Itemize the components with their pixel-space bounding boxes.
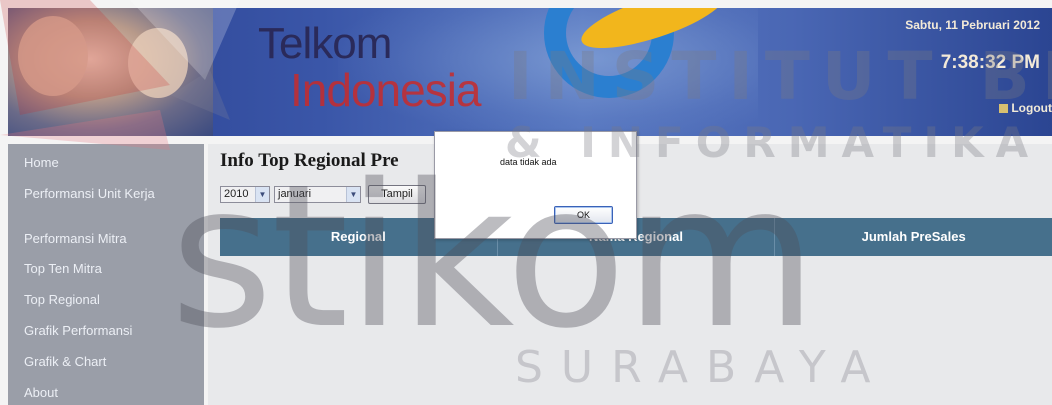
current-date: Sabtu, 11 Pebruari 2012 (905, 18, 1040, 32)
tampil-button[interactable]: Tampil (368, 185, 426, 204)
logo-telkom: Telkom (258, 19, 392, 68)
current-time: 7:38:32 PM (940, 52, 1040, 73)
column-header-jumlah-presales: Jumlah PreSales (861, 229, 966, 244)
sidebar-menu: Home Performansi Unit Kerja Performansi … (8, 144, 204, 405)
month-select-value: januari (278, 188, 312, 200)
logout-icon (999, 104, 1009, 113)
datetime-display: Sabtu, 11 Pebruari 2012 7:38:32 PM (905, 18, 1040, 74)
chevron-down-icon: ▼ (346, 187, 360, 202)
header-photo (8, 8, 213, 136)
header-banner: Telkom Indonesia Sabtu, 11 Pebruari 2012… (8, 8, 1052, 136)
person-photo (128, 28, 188, 98)
sidebar-item-top-ten-mitra[interactable]: Top Ten Mitra (24, 262, 102, 276)
month-select[interactable]: januari ▼ (274, 186, 361, 203)
logout-link[interactable]: Logout (999, 101, 1052, 115)
chevron-down-icon: ▼ (255, 187, 269, 202)
sidebar-item-grafik-performansi[interactable]: Grafik Performansi (24, 324, 132, 338)
ok-button[interactable]: OK (554, 206, 613, 224)
alert-message: data tidak ada (500, 157, 557, 167)
sidebar-item-about[interactable]: About (24, 386, 58, 400)
year-select-value: 2010 (224, 188, 249, 200)
page-title: Info Top Regional Pre (220, 150, 399, 171)
sidebar-item-home[interactable]: Home (24, 156, 59, 170)
person-photo (18, 16, 88, 96)
logout-label: Logout (1011, 101, 1052, 115)
sidebar-item-performansi-unit-kerja[interactable]: Performansi Unit Kerja (24, 187, 164, 201)
logo-indonesia: Indonesia (290, 64, 481, 116)
browser-page: Telkom Indonesia Sabtu, 11 Pebruari 2012… (0, 0, 1052, 405)
sidebar-item-grafik-chart[interactable]: Grafik & Chart (24, 355, 106, 369)
sidebar-item-performansi-mitra[interactable]: Performansi Mitra (24, 232, 127, 246)
year-select[interactable]: 2010 ▼ (220, 186, 270, 203)
alert-dialog: data tidak ada OK (434, 131, 637, 239)
sidebar-item-top-regional[interactable]: Top Regional (24, 293, 100, 307)
